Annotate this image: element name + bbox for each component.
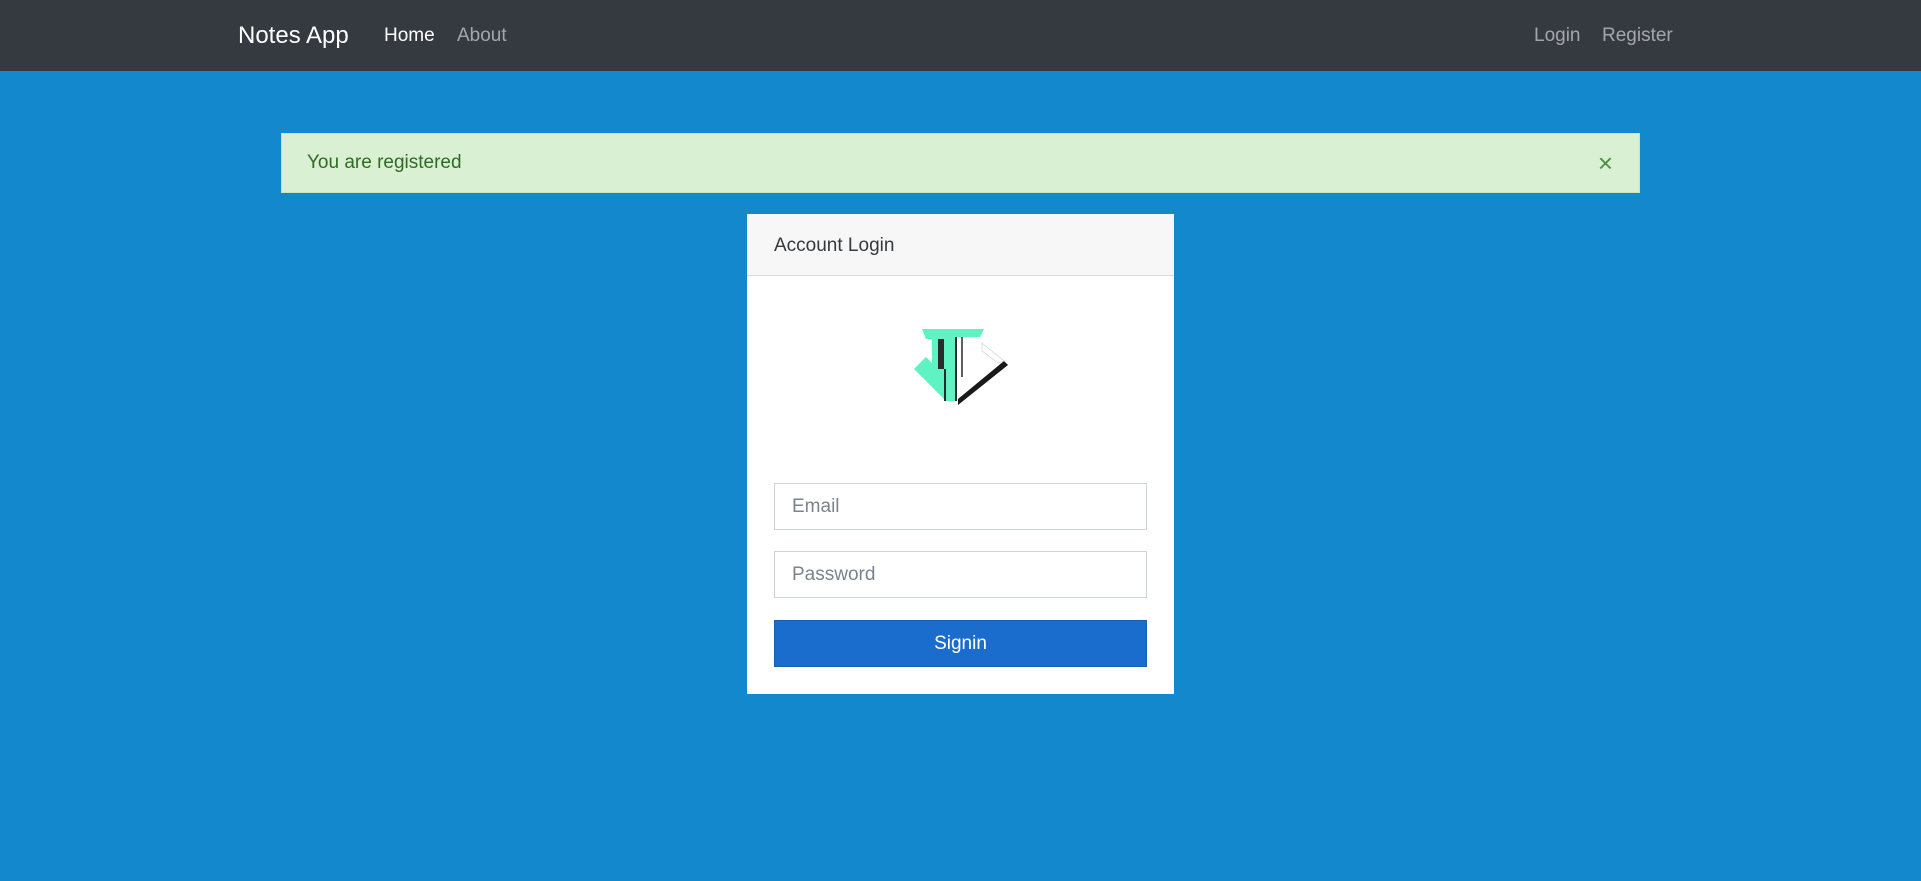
brand-link[interactable]: Notes App [238,20,349,52]
navbar: Notes App Home About Login Register [0,0,1921,71]
card-header: Account Login [747,214,1174,276]
password-field[interactable] [774,551,1147,598]
nav-link-about[interactable]: About [457,22,507,50]
nav-link-home[interactable]: Home [384,22,435,50]
nav-link-login[interactable]: Login [1534,22,1581,50]
nav-link-register[interactable]: Register [1602,22,1673,50]
signin-button[interactable]: Signin [774,620,1147,667]
success-alert: You are registered × [281,133,1640,193]
close-icon[interactable]: × [1598,148,1613,178]
card-title: Account Login [774,235,895,256]
login-card: Account Login Signin [747,214,1174,694]
logo-icon [914,329,1008,405]
email-field[interactable] [774,483,1147,530]
alert-message: You are registered [307,152,462,173]
